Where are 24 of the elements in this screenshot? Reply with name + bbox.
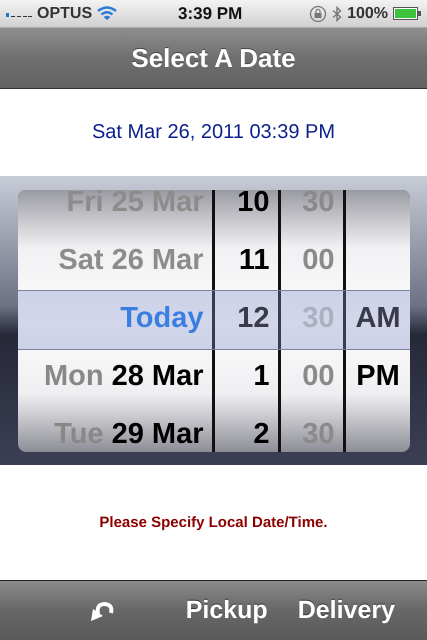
screen-title: Select A Date bbox=[131, 42, 296, 74]
battery-percent: 100% bbox=[347, 4, 388, 22]
picker-period[interactable]: AM bbox=[355, 302, 401, 335]
picker-hour[interactable]: 2 bbox=[253, 418, 270, 451]
picker-hour[interactable]: 12 bbox=[237, 302, 270, 335]
picker-period[interactable]: PM bbox=[356, 360, 400, 393]
picker-wheel[interactable]: 10 11 12 1 2 bbox=[214, 190, 278, 452]
picker-date[interactable]: Tue 29 Mar bbox=[54, 418, 204, 451]
battery-icon bbox=[393, 7, 421, 20]
picker-wheel[interactable]: AM PM bbox=[346, 190, 410, 452]
toolbar-button[interactable]: Pickup bbox=[176, 592, 278, 629]
hint-text: Please Specify Local Date/Time. bbox=[99, 514, 328, 531]
carrier-name: OPTUS bbox=[37, 4, 92, 22]
undo-icon bbox=[90, 600, 116, 622]
rotation-lock-icon bbox=[309, 4, 328, 22]
picker-hour[interactable]: 11 bbox=[238, 244, 270, 277]
selected-date: Sat Mar 26, 2011 03:39 PM bbox=[92, 121, 336, 144]
picker-date[interactable]: Mon 28 Mar bbox=[44, 360, 204, 393]
wifi-icon bbox=[97, 6, 118, 21]
toolbar-button[interactable]: Delivery bbox=[288, 592, 405, 629]
picker-hour[interactable]: 10 bbox=[237, 190, 270, 219]
clock: 3:39 PM bbox=[178, 4, 242, 24]
bluetooth-icon bbox=[332, 6, 342, 22]
picker-hour[interactable]: 1 bbox=[253, 360, 270, 393]
